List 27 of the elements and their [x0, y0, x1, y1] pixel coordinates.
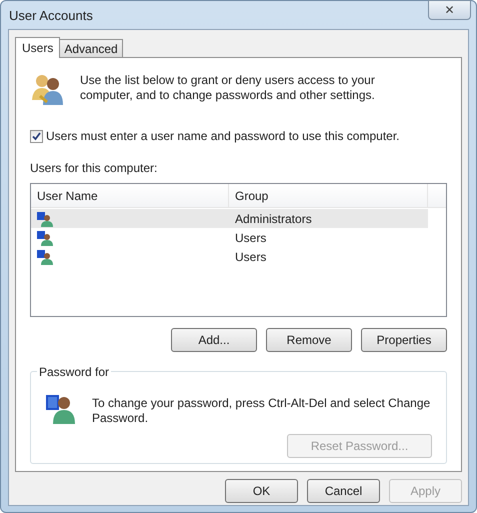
dialog-button[interactable]: Cancel: [307, 479, 380, 503]
tab[interactable]: Users: [15, 37, 60, 58]
group-cell-text: Users: [234, 230, 266, 246]
user-row[interactable]: Users: [31, 228, 428, 247]
close-button[interactable]: ✕: [428, 0, 471, 20]
group-cell-text: Administrators: [234, 210, 312, 228]
users-icon: [31, 72, 65, 106]
user-computer-icon: [45, 392, 77, 424]
list-label: Users for this computer:: [30, 160, 158, 177]
tab[interactable]: Advanced: [60, 39, 123, 57]
dialog-button[interactable]: Remove: [266, 328, 352, 352]
intro-text: Use the list below to grant or deny users access to your computer, and to change passwords and other settings.: [80, 73, 376, 103]
user-computer-icon: [37, 210, 53, 226]
user-computer-icon: [37, 230, 53, 246]
column-header[interactable]: User Name: [31, 184, 229, 207]
checkbox-label: Users must enter a user name and password to use this computer.: [46, 128, 400, 145]
dialog-button[interactable]: Properties: [361, 328, 447, 352]
password-info: To change your password, press Ctrl-Alt-Del and select Change Password.: [92, 396, 432, 426]
window-title: User Accounts: [9, 7, 93, 25]
user-row[interactable]: Users: [31, 247, 428, 266]
column-header[interactable]: Group: [229, 184, 428, 207]
dialog-button[interactable]: Add...: [171, 328, 257, 352]
dialog-button[interactable]: OK: [225, 479, 298, 503]
user-row[interactable]: Administrators: [31, 209, 428, 228]
user-computer-icon: [37, 248, 53, 264]
checkbox[interactable]: [30, 130, 43, 142]
group-cell-text: Users: [234, 248, 266, 266]
